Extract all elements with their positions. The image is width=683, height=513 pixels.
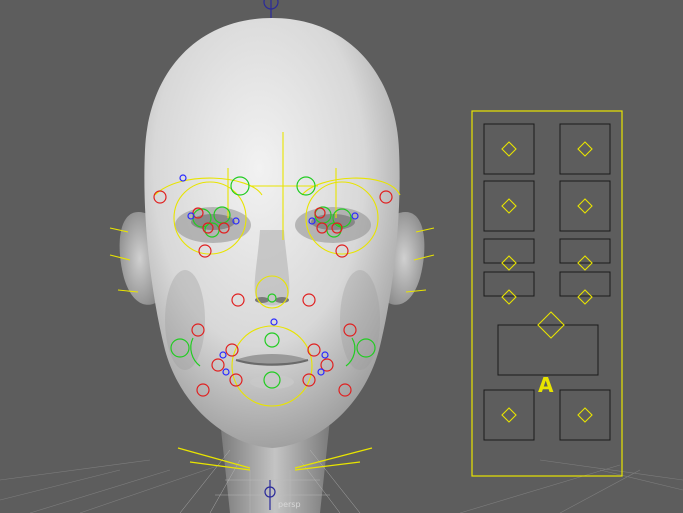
- viewport-canvas[interactable]: [0, 0, 683, 513]
- ground-grid: [0, 459, 683, 513]
- facial-ui-panel[interactable]: [471, 110, 623, 477]
- head-model[interactable]: [144, 18, 400, 448]
- camera-label: persp: [278, 500, 301, 509]
- maya-viewport[interactable]: A persp: [0, 0, 683, 513]
- ui-panel-label: A: [538, 373, 554, 397]
- top-joint-icon: [263, 0, 279, 18]
